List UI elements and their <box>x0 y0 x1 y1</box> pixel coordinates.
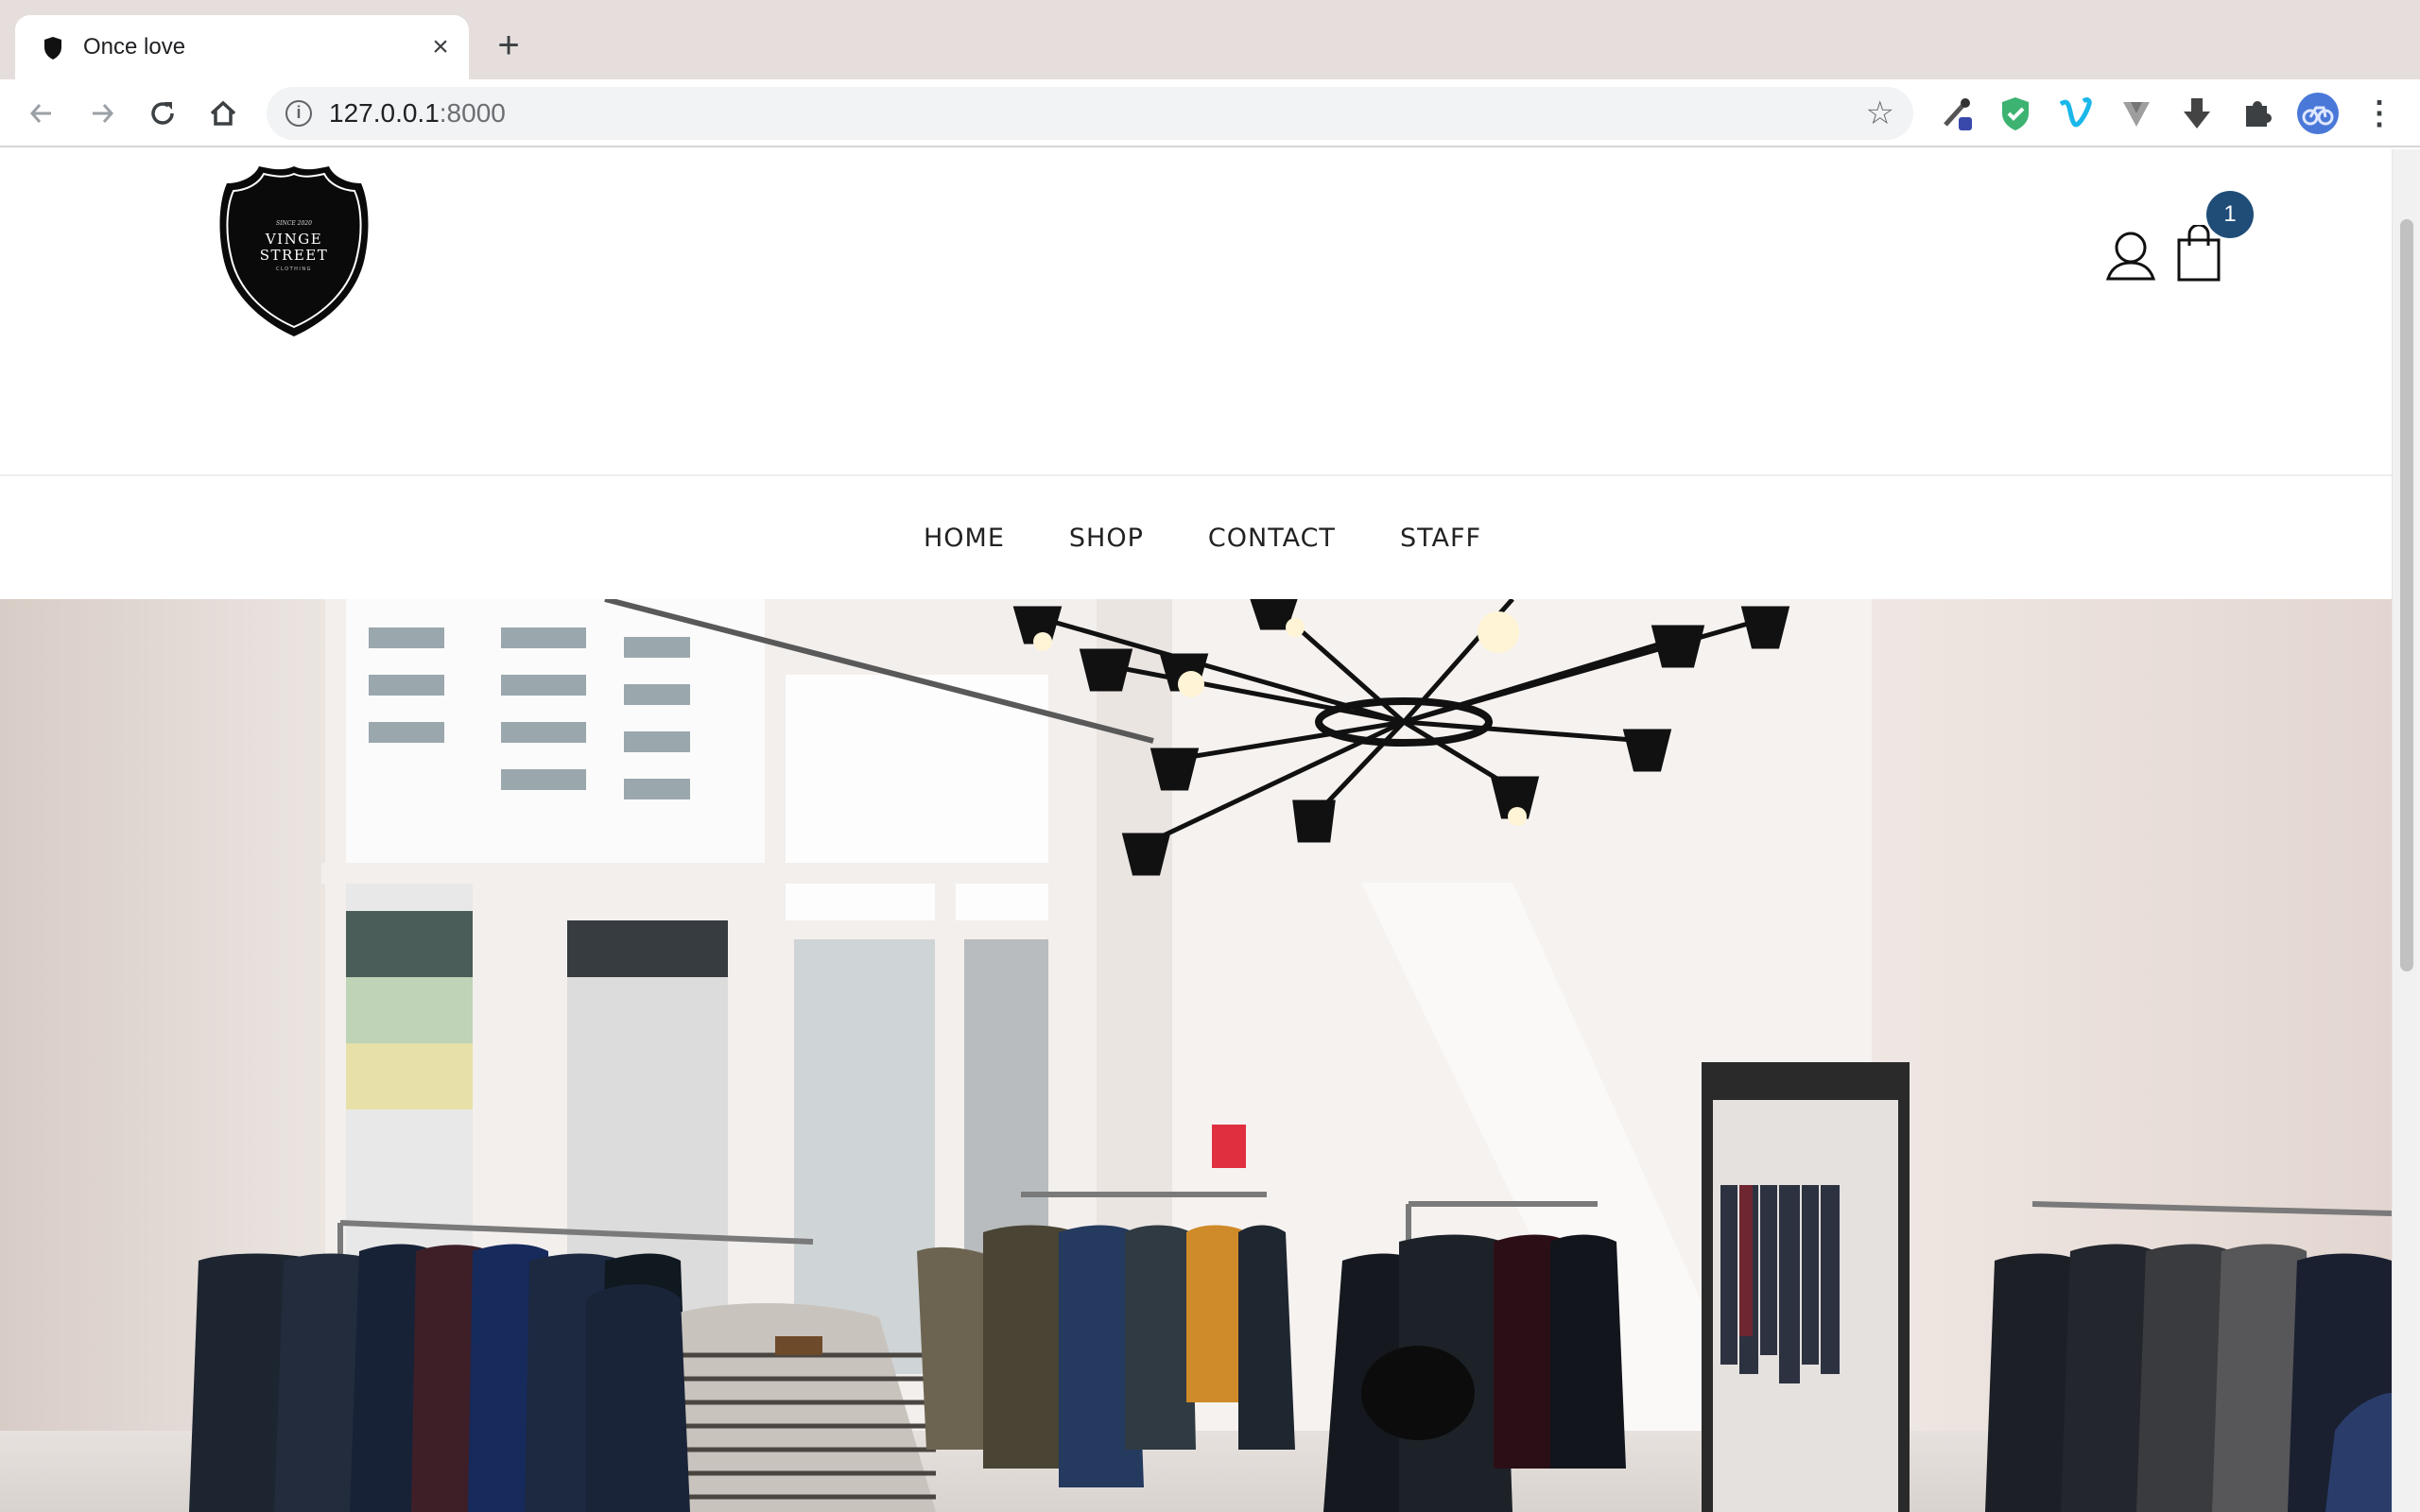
forward-arrow-icon[interactable] <box>83 94 121 132</box>
tab-title: Once love <box>83 34 186 60</box>
address-bar[interactable]: i 127.0.0.1:8000 ☆ <box>267 87 1913 140</box>
browser-toolbar: i 127.0.0.1:8000 ☆ ⋮ <box>0 79 2420 147</box>
bookmark-star-icon[interactable]: ☆ <box>1866 94 1894 132</box>
vimeo-icon[interactable] <box>2055 93 2097 134</box>
shopping-bag-icon[interactable] <box>2176 225 2221 282</box>
vinge-street-logo[interactable]: SINCE 2020 VINGE STREET CLOTHING <box>214 163 374 338</box>
shield-favicon-icon <box>44 37 61 60</box>
back-arrow-icon[interactable] <box>23 94 60 132</box>
user-account-icon[interactable] <box>2104 229 2157 282</box>
page-viewport: SINCE 2020 VINGE STREET CLOTHING 1 HOME … <box>0 149 2392 1512</box>
home-icon[interactable] <box>204 94 242 132</box>
eyedropper-icon[interactable] <box>1936 93 1978 134</box>
browser-tab[interactable]: Once love × <box>15 15 469 79</box>
logo-line3: CLOTHING <box>276 266 312 272</box>
logo-line1: VINGE <box>265 231 322 248</box>
cart-count-badge: 1 <box>2206 191 2254 238</box>
nav-contact[interactable]: CONTACT <box>1208 524 1336 553</box>
scrollbar-thumb[interactable] <box>2400 219 2413 971</box>
download-arrow-icon[interactable] <box>2176 93 2218 134</box>
new-tab-button[interactable]: + <box>488 25 529 66</box>
profile-avatar[interactable] <box>2297 93 2339 134</box>
url-host: 127.0.0.1 <box>329 98 440 128</box>
vuetify-icon[interactable] <box>2116 93 2157 134</box>
puzzle-icon[interactable] <box>2237 93 2278 134</box>
hero-store-image <box>0 599 2392 1512</box>
main-navigation: HOME SHOP CONTACT STAFF <box>0 476 2392 599</box>
nav-shop[interactable]: SHOP <box>1069 524 1144 553</box>
reload-icon[interactable] <box>144 94 182 132</box>
nav-home[interactable]: HOME <box>924 524 1005 553</box>
logo-line2: STREET <box>260 247 328 264</box>
tab-close-icon[interactable]: × <box>424 30 458 64</box>
nav-staff[interactable]: STAFF <box>1400 524 1481 553</box>
browser-tabstrip: Once love × + <box>0 0 2420 79</box>
shield-check-icon[interactable] <box>1995 93 2036 134</box>
url-text[interactable]: 127.0.0.1:8000 <box>329 87 506 140</box>
page-scrollbar[interactable] <box>2392 149 2420 1512</box>
logo-small-text: SINCE 2020 <box>276 220 312 227</box>
browser-menu-icon[interactable]: ⋮ <box>2363 93 2395 134</box>
url-port: :8000 <box>439 98 506 128</box>
site-info-icon[interactable]: i <box>285 100 312 127</box>
